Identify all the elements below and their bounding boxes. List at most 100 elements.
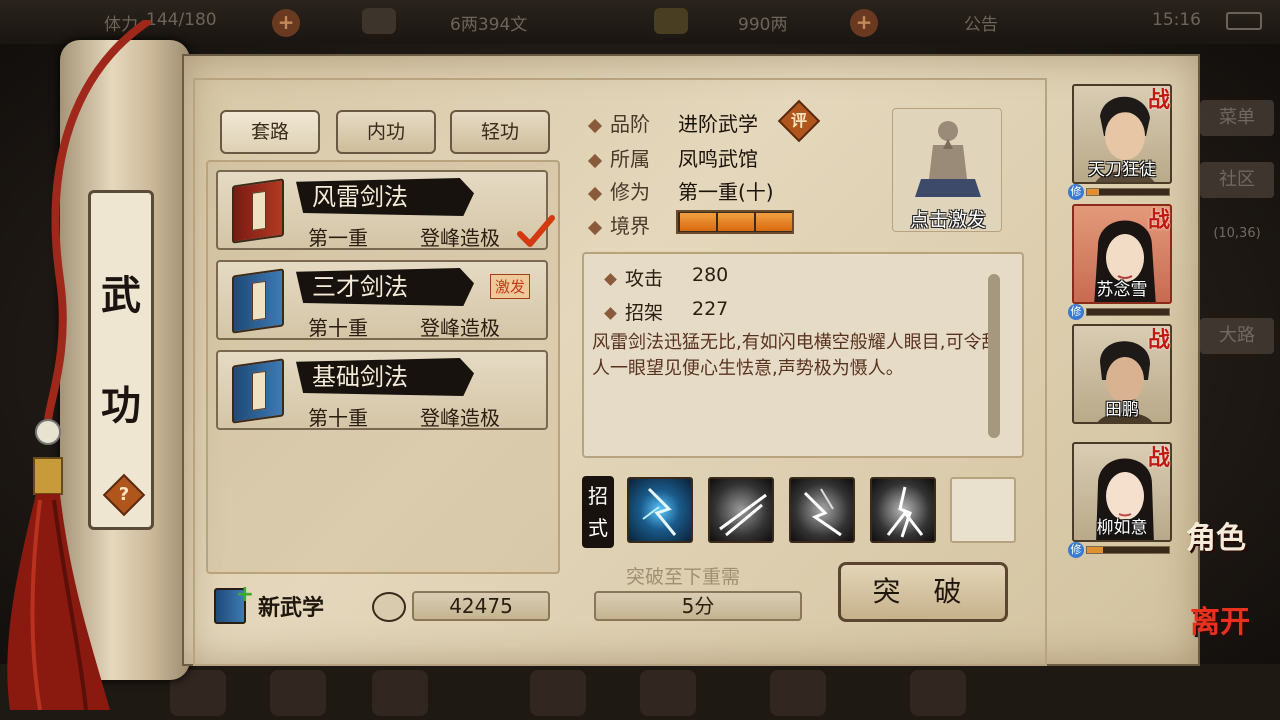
belong-row: 所属 凤鸣武馆: [587, 143, 758, 172]
scroll-title-char-1: 武: [101, 272, 141, 319]
realm-label: 境界: [610, 214, 650, 238]
menu-button: 菜单: [1200, 100, 1274, 136]
skill-level: 第十重: [308, 316, 368, 340]
bottom-item: [640, 670, 696, 716]
belong-value: 凤鸣武馆: [678, 147, 758, 171]
leave-button[interactable]: 离开: [1190, 608, 1260, 638]
skill-level: 第一重: [308, 226, 368, 250]
tab-light-skill[interactable]: 轻功: [450, 110, 550, 154]
skill-state: 登峰造极: [420, 406, 500, 430]
attack-label: 攻击: [625, 268, 664, 290]
gold-plus-button[interactable]: +: [850, 9, 878, 37]
evaluate-icon: 评: [790, 111, 807, 130]
skill-item-sancai[interactable]: 三才剑法 激发 第十重 登峰造极: [216, 260, 548, 340]
character-name: 田鹏: [1105, 400, 1139, 420]
skill-state: 登峰造极: [420, 316, 500, 340]
new-skill-button[interactable]: 新武学: [258, 590, 324, 622]
bottom-item: [270, 670, 326, 716]
breakthrough-button[interactable]: 突 破: [838, 562, 1008, 622]
lightning-move-4-icon[interactable]: [870, 477, 936, 543]
skill-description-box: 攻击 280 招架 227 风雷剑法迅猛无比,有如闪电横空般耀人眼目,可令敌人一…: [582, 252, 1024, 458]
tab-inner-skill[interactable]: 内功: [336, 110, 436, 154]
diamond-icon: [587, 220, 603, 235]
grade-label: 品阶: [610, 112, 650, 136]
realm-segment: [718, 213, 754, 231]
gold-value: 990两: [738, 15, 788, 35]
tab-routine[interactable]: 套路: [220, 110, 320, 154]
silver-icon: [362, 8, 396, 34]
bottom-item: [910, 670, 966, 716]
moves-label: 招式: [582, 476, 614, 548]
realm-segment: [680, 213, 716, 231]
activate-label: 点击激发: [909, 209, 986, 231]
book-points-value: 42475: [412, 591, 550, 621]
skill-name: 风雷剑法: [296, 178, 474, 216]
skill-item-fenglei[interactable]: 风雷剑法 第一重 登峰造极: [216, 170, 548, 250]
battle-tag: 战: [1148, 87, 1171, 113]
activate-portrait-button[interactable]: 点击激发: [892, 108, 1002, 232]
bottom-item: [770, 670, 826, 716]
role-button[interactable]: 角色: [1186, 524, 1256, 554]
diamond-icon: [587, 118, 603, 133]
top-resource-bar: 体力 144/180 + 6两394文 990两 + 公告 15:16: [0, 0, 1280, 44]
lightning-move-3-icon[interactable]: [789, 477, 855, 543]
community-button: 社区: [1200, 162, 1274, 198]
gold-ingot-icon: [654, 8, 688, 34]
realm-bar: [676, 210, 794, 234]
attack-row: 攻击 280: [604, 264, 728, 291]
new-skill-book-icon[interactable]: +: [214, 582, 254, 624]
stamina-plus-button[interactable]: +: [272, 9, 300, 37]
selected-check-icon: [517, 215, 555, 247]
cultivation-icon: 修: [1068, 304, 1084, 320]
diamond-icon: [587, 153, 603, 168]
meditating-figure-icon: [915, 121, 981, 197]
parry-value: 227: [692, 298, 729, 320]
help-button[interactable]: ?: [102, 473, 146, 517]
cultivation-row: 修为 第一重(十): [587, 176, 774, 205]
stamina-value: 144/180: [146, 10, 217, 30]
description-scrollbar[interactable]: [988, 274, 1000, 438]
parry-row: 招架 227: [604, 298, 728, 325]
parry-label: 招架: [625, 302, 664, 324]
cultivation-icon: 修: [1068, 184, 1084, 200]
diamond-icon: [604, 273, 617, 286]
diamond-icon: [587, 186, 603, 201]
grade-row: 品阶 进阶武学: [587, 108, 758, 137]
skill-name: 三才剑法: [296, 268, 474, 306]
breakthrough-need-label: 突破至下重需: [626, 566, 741, 588]
background-bottom-bar: [0, 664, 1280, 720]
bottom-item: [530, 670, 586, 716]
cultivation-progress: [1086, 308, 1170, 316]
belong-label: 所属: [610, 147, 650, 171]
battery-icon: [1226, 12, 1262, 30]
skill-state: 登峰造极: [420, 226, 500, 250]
blue-book-icon: [232, 358, 284, 424]
clock: 15:16: [1152, 10, 1201, 30]
background-right-menu: 菜单 社区 (10,36) 大路: [1196, 96, 1280, 436]
skill-name: 基础剑法: [296, 358, 474, 396]
cultivation-icon: 修: [1068, 542, 1084, 558]
character-name: 柳如意: [1096, 518, 1148, 538]
battle-tag: 战: [1148, 327, 1171, 353]
skill-level: 第十重: [308, 406, 368, 430]
realm-row: 境界: [587, 210, 650, 239]
battle-tag: 战: [1148, 445, 1171, 471]
diamond-icon: [604, 307, 617, 320]
road-button: 大路: [1200, 318, 1274, 354]
battle-tag: 战: [1148, 207, 1171, 233]
empty-move-slot[interactable]: [950, 477, 1016, 543]
lightning-move-1-icon[interactable]: [627, 477, 693, 543]
bottom-item: [372, 670, 428, 716]
help-icon: ?: [118, 484, 130, 505]
cultivation-progress: [1086, 546, 1170, 554]
blue-book-icon: [232, 268, 284, 334]
coord-readout: (10,36): [1213, 226, 1261, 241]
character-name: 天刀狂徒: [1088, 160, 1156, 180]
open-book-icon: [372, 592, 406, 622]
activated-badge: 激发: [490, 274, 531, 299]
notice-button[interactable]: 公告: [964, 10, 998, 35]
skill-item-jichu[interactable]: 基础剑法 第十重 登峰造极: [216, 350, 548, 430]
silver-value: 6两394文: [450, 15, 528, 35]
lightning-move-2-icon[interactable]: [708, 477, 774, 543]
character-name: 苏念雪: [1096, 280, 1148, 300]
